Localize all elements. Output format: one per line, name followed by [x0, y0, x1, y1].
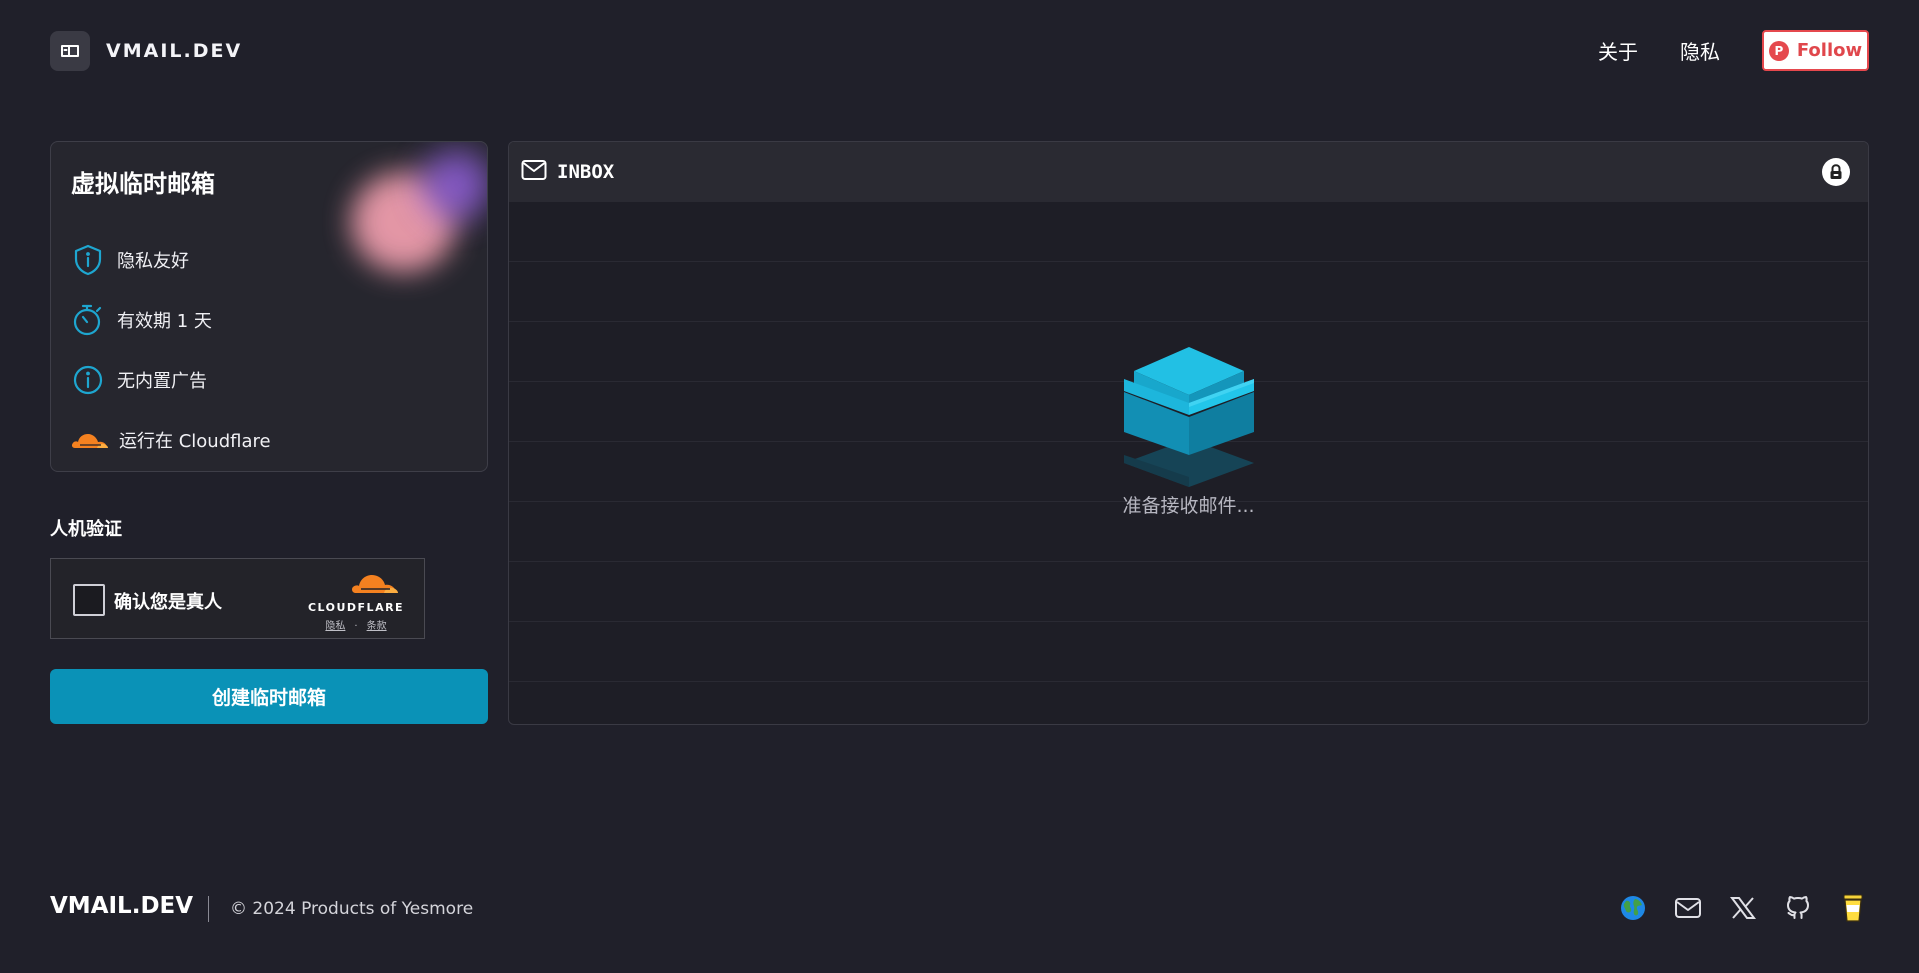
card-title: 虚拟临时邮箱 [71, 170, 215, 198]
inbox-body: 准备接收邮件... [509, 202, 1868, 724]
cloudflare-cloud-icon [352, 575, 398, 593]
github-icon[interactable] [1782, 892, 1814, 924]
x-icon[interactable] [1727, 892, 1759, 924]
inbox-panel: INBOX 准备接收邮件... [508, 141, 1869, 725]
globe-icon[interactable] [1617, 892, 1649, 924]
stopwatch-icon [71, 303, 105, 337]
cloudflare-brand: CLOUDFLARE [307, 601, 405, 614]
empty-inbox-text: 准备接收邮件... [1122, 495, 1255, 517]
brand-logo[interactable]: VMAIL.DEV [50, 31, 242, 71]
cloudflare-links: 隐私 · 条款 [306, 617, 406, 632]
lock-button[interactable] [1822, 158, 1850, 186]
link-separator: · [354, 621, 358, 632]
feature-label: 有效期 1 天 [117, 311, 212, 332]
top-nav: 关于 隐私 P Follow [1598, 30, 1869, 71]
decorative-glow [421, 150, 487, 220]
page: VMAIL.DEV 关于 隐私 P Follow 虚拟临时邮箱 隐私友好 有效期… [0, 0, 1919, 973]
inbox-header: INBOX [509, 142, 1868, 202]
follow-label: Follow [1796, 40, 1863, 61]
footer-social-links [1594, 892, 1869, 924]
feature-item-privacy: 隐私友好 [71, 230, 271, 290]
coffee-icon[interactable] [1837, 892, 1869, 924]
footer-brand[interactable]: VMAIL.DEV [50, 893, 193, 919]
info-icon [71, 363, 105, 397]
feature-item-expiry: 有效期 1 天 [71, 290, 271, 350]
feature-label: 隐私友好 [117, 251, 189, 272]
empty-state: 准备接收邮件... [509, 337, 1868, 518]
mailbox-icon [50, 31, 90, 71]
cloudflare-icon [71, 423, 109, 457]
mail-icon[interactable] [1672, 892, 1704, 924]
feature-label: 无内置广告 [117, 371, 207, 392]
shield-icon [71, 243, 105, 277]
envelope-icon [521, 159, 547, 185]
empty-box-icon [1123, 347, 1254, 487]
verification-title: 人机验证 [50, 519, 122, 540]
feature-label: 运行在 Cloudflare [119, 431, 271, 452]
producthunt-icon: P [1768, 40, 1789, 61]
footer-copyright: © 2024 Products of Yesmore [230, 899, 474, 919]
turnstile-terms-link[interactable]: 条款 [367, 621, 387, 632]
feature-card: 虚拟临时邮箱 隐私友好 有效期 1 天 无内置广告 运行在 Cloudflare [50, 141, 488, 472]
lock-icon [1830, 164, 1842, 179]
feature-list: 隐私友好 有效期 1 天 无内置广告 运行在 Cloudflare [71, 230, 271, 470]
checkbox-label: 确认您是真人 [114, 592, 222, 613]
create-mailbox-button[interactable]: 创建临时邮箱 [50, 669, 488, 724]
inbox-title: INBOX [557, 161, 615, 183]
turnstile-widget: 确认您是真人 CLOUDFLARE 隐私 · 条款 [50, 558, 425, 639]
turnstile-privacy-link[interactable]: 隐私 [325, 621, 345, 632]
brand-name: VMAIL.DEV [106, 40, 243, 62]
human-verification-checkbox[interactable] [73, 584, 105, 616]
follow-button[interactable]: P Follow [1762, 30, 1869, 71]
nav-about-link[interactable]: 关于 [1598, 36, 1638, 65]
footer-divider [208, 896, 209, 922]
cloudflare-logo: CLOUDFLARE 隐私 · 条款 [306, 571, 406, 632]
feature-item-no-ads: 无内置广告 [71, 350, 271, 410]
nav-privacy-link[interactable]: 隐私 [1680, 36, 1720, 65]
feature-item-cloudflare: 运行在 Cloudflare [71, 410, 271, 470]
